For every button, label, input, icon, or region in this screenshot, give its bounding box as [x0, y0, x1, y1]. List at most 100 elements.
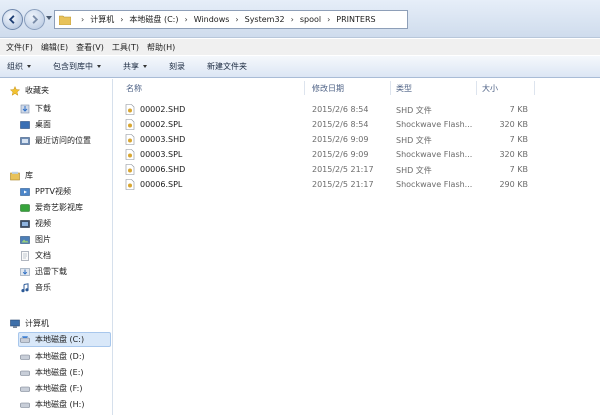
- menu-view[interactable]: 查看(V): [73, 42, 107, 53]
- nav-drive-f[interactable]: 本地磁盘 (F:): [20, 381, 82, 396]
- nav-drive-h[interactable]: 本地磁盘 (H:): [20, 397, 85, 412]
- burn-button[interactable]: 刻录: [169, 61, 185, 72]
- nav-item-label: 爱奇艺影视库: [35, 203, 83, 212]
- file-type: Shockwave Flash...: [396, 150, 473, 159]
- nav-item-music[interactable]: 音乐: [20, 280, 51, 295]
- breadcrumb-separator[interactable]: ›: [184, 15, 187, 24]
- address-bar-area: › 计算机 › 本地磁盘 (C:) › Windows › System32 ›…: [0, 0, 600, 38]
- organize-button[interactable]: 组织: [7, 61, 31, 72]
- recent-pages-dropdown[interactable]: [46, 16, 52, 20]
- download-folder-icon: [20, 104, 30, 113]
- share-button[interactable]: 共享: [123, 61, 147, 72]
- column-header-size[interactable]: 大小: [482, 83, 498, 94]
- include-in-library-label: 包含到库中: [53, 62, 93, 71]
- file-name: 00003.SPL: [140, 150, 183, 159]
- breadcrumb-separator[interactable]: ›: [327, 15, 330, 24]
- column-divider[interactable]: [476, 81, 477, 95]
- nav-drive-e[interactable]: 本地磁盘 (E:): [20, 365, 84, 380]
- menu-file[interactable]: 文件(F): [3, 42, 36, 53]
- file-name: 00002.SPL: [140, 120, 183, 129]
- file-name: 00002.SHD: [140, 105, 186, 114]
- breadcrumb-separator[interactable]: ›: [120, 15, 123, 24]
- breadcrumb-drive-c[interactable]: 本地磁盘 (C:): [129, 14, 178, 25]
- file-size: 320 KB: [499, 150, 528, 159]
- breadcrumb-separator[interactable]: ›: [291, 15, 294, 24]
- nav-drive-label: 本地磁盘 (H:): [35, 400, 85, 409]
- address-input[interactable]: › 计算机 › 本地磁盘 (C:) › Windows › System32 ›…: [54, 10, 408, 29]
- nav-drive-label: 本地磁盘 (C:): [35, 335, 85, 344]
- nav-item-documents[interactable]: 文档: [20, 248, 51, 263]
- pictures-icon: [20, 235, 30, 244]
- music-icon: [21, 282, 29, 292]
- nav-drive-label: 本地磁盘 (F:): [35, 384, 83, 393]
- forward-arrow-icon: [32, 15, 39, 24]
- breadcrumb-separator[interactable]: ›: [235, 15, 238, 24]
- nav-item-downloads[interactable]: 下载: [20, 101, 51, 116]
- file-type: SHD 文件: [396, 166, 432, 175]
- menu-help[interactable]: 帮助(H): [144, 42, 178, 53]
- breadcrumb-windows[interactable]: Windows: [194, 15, 230, 24]
- nav-item-desktop[interactable]: 桌面: [20, 117, 51, 132]
- nav-item-label: 图片: [35, 235, 51, 244]
- share-label: 共享: [123, 62, 139, 71]
- menu-edit[interactable]: 编辑(E): [38, 42, 71, 53]
- nav-item-recent-places[interactable]: 最近访问的位置: [20, 133, 91, 148]
- nav-drive-c[interactable]: 本地磁盘 (C:): [18, 332, 111, 347]
- nav-computer-label: 计算机: [25, 319, 49, 328]
- column-divider[interactable]: [390, 81, 391, 95]
- file-size: 7 KB: [509, 105, 528, 114]
- iqiyi-library-icon: [20, 203, 30, 212]
- file-size: 290 KB: [499, 180, 528, 189]
- hard-drive-icon: [20, 354, 30, 360]
- nav-item-label: PPTV视频: [35, 187, 72, 196]
- file-row[interactable]: 00003.SPL 2015/2/6 9:09 Shockwave Flash.…: [122, 147, 534, 162]
- back-button[interactable]: [2, 9, 23, 30]
- nav-item-label: 迅雷下载: [35, 267, 67, 276]
- file-modified: 2015/2/6 8:54: [312, 105, 369, 114]
- breadcrumb-system32[interactable]: System32: [245, 15, 285, 24]
- file-name: 00006.SHD: [140, 165, 186, 174]
- column-header-name[interactable]: 名称: [126, 83, 142, 94]
- nav-item-iqiyi[interactable]: 爱奇艺影视库: [20, 200, 83, 215]
- column-divider[interactable]: [304, 81, 305, 95]
- nav-favorites[interactable]: 收藏夹: [10, 83, 49, 98]
- file-modified: 2015/2/5 21:17: [312, 165, 374, 174]
- column-divider[interactable]: [534, 81, 535, 95]
- breadcrumb-computer[interactable]: 计算机: [90, 14, 114, 25]
- file-row[interactable]: 00006.SHD 2015/2/5 21:17 SHD 文件 7 KB: [122, 162, 534, 177]
- include-in-library-button[interactable]: 包含到库中: [53, 61, 101, 72]
- forward-button[interactable]: [24, 9, 45, 30]
- file-type: Shockwave Flash...: [396, 180, 473, 189]
- file-modified: 2015/2/5 21:17: [312, 180, 374, 189]
- breadcrumb-separator[interactable]: ›: [81, 15, 84, 24]
- nav-item-pictures[interactable]: 图片: [20, 232, 51, 247]
- nav-libraries-label: 库: [25, 171, 33, 180]
- menu-tools[interactable]: 工具(T): [109, 42, 142, 53]
- breadcrumb-printers[interactable]: PRINTERS: [336, 15, 375, 24]
- file-name: 00003.SHD: [140, 135, 186, 144]
- file-row[interactable]: 00002.SHD 2015/2/6 8:54 SHD 文件 7 KB: [122, 102, 534, 117]
- file-name: 00006.SPL: [140, 180, 183, 189]
- file-row[interactable]: 00002.SPL 2015/2/6 8:54 Shockwave Flash.…: [122, 117, 534, 132]
- file-size: 7 KB: [509, 165, 528, 174]
- nav-item-xunlei[interactable]: 迅雷下载: [20, 264, 67, 279]
- file-modified: 2015/2/6 9:09: [312, 135, 369, 144]
- folder-icon: [59, 15, 71, 25]
- file-icon: [125, 104, 135, 115]
- nav-libraries[interactable]: 库: [10, 168, 33, 183]
- nav-item-pptv[interactable]: PPTV视频: [20, 184, 71, 199]
- menu-bar: 文件(F) 编辑(E) 查看(V) 工具(T) 帮助(H): [0, 39, 600, 55]
- nav-drive-d[interactable]: 本地磁盘 (D:): [20, 349, 85, 364]
- column-header-modified[interactable]: 修改日期: [312, 83, 344, 94]
- column-header-type[interactable]: 类型: [396, 83, 412, 94]
- chevron-down-icon: [143, 65, 147, 68]
- nav-computer[interactable]: 计算机: [10, 316, 49, 331]
- xunlei-download-icon: [20, 267, 30, 276]
- new-folder-button[interactable]: 新建文件夹: [207, 61, 247, 72]
- file-icon: [125, 134, 135, 145]
- file-modified: 2015/2/6 9:09: [312, 150, 369, 159]
- breadcrumb-spool[interactable]: spool: [300, 15, 321, 24]
- nav-item-videos[interactable]: 视频: [20, 216, 51, 231]
- file-row[interactable]: 00006.SPL 2015/2/5 21:17 Shockwave Flash…: [122, 177, 534, 192]
- file-row[interactable]: 00003.SHD 2015/2/6 9:09 SHD 文件 7 KB: [122, 132, 534, 147]
